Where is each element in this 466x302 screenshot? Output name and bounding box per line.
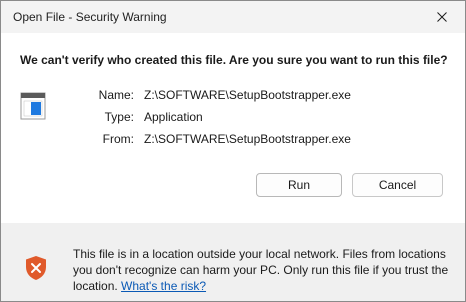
close-icon — [437, 12, 447, 22]
warning-panel: This file is in a location outside your … — [1, 225, 465, 301]
from-label: From: — [102, 132, 134, 146]
property-row-from: From: Z:\SOFTWARE\SetupBootstrapper.exe — [1, 132, 465, 148]
window-title: Open File - Security Warning — [13, 10, 167, 24]
cancel-button[interactable]: Cancel — [352, 173, 443, 197]
property-row-type: Type: Application — [1, 110, 465, 126]
run-button[interactable]: Run — [256, 173, 342, 197]
security-question: We can't verify who created this file. A… — [20, 53, 448, 67]
from-value: Z:\SOFTWARE\SetupBootstrapper.exe — [144, 132, 351, 146]
type-label: Type: — [104, 110, 134, 124]
name-value: Z:\SOFTWARE\SetupBootstrapper.exe — [144, 88, 351, 102]
type-value: Application — [144, 110, 203, 124]
name-label: Name: — [98, 88, 134, 102]
shield-warning-icon — [26, 256, 46, 280]
title-bar: Open File - Security Warning — [1, 1, 465, 33]
property-row-name: Name: Z:\SOFTWARE\SetupBootstrapper.exe — [1, 88, 465, 104]
dialog-body: We can't verify who created this file. A… — [1, 33, 465, 223]
close-button[interactable] — [419, 1, 465, 33]
warning-text: This file is in a location outside your … — [73, 246, 453, 294]
security-warning-dialog: Open File - Security Warning We can't ve… — [0, 0, 466, 302]
whats-the-risk-link[interactable]: What's the risk? — [121, 279, 206, 293]
